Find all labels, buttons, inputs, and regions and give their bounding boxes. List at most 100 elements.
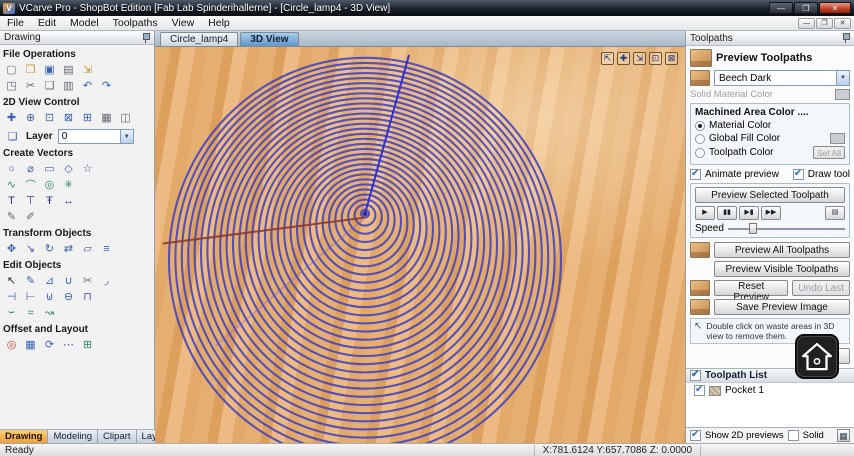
draw-text-icon[interactable]: T xyxy=(3,193,20,208)
material-select[interactable]: Beech Dark ▼ xyxy=(714,70,850,86)
undo-icon[interactable]: ↶ xyxy=(79,78,96,93)
material-color-radio[interactable] xyxy=(695,120,705,131)
join-vectors-icon[interactable]: ∪ xyxy=(60,273,77,288)
mirror-icon[interactable]: ⇄ xyxy=(60,241,77,256)
snap-points-icon[interactable]: ✐ xyxy=(22,209,39,224)
transport-options-button[interactable]: ▤ xyxy=(825,206,845,220)
draw-spiral-icon[interactable]: ◎ xyxy=(41,177,58,192)
close-button[interactable]: ✕ xyxy=(819,2,851,14)
iso-view-icon[interactable]: ⇱ xyxy=(601,52,614,65)
tab-modeling[interactable]: Modeling xyxy=(48,430,99,443)
snap-toggle-icon[interactable]: ◫ xyxy=(117,110,134,125)
draw-rectangle-icon[interactable]: ▭ xyxy=(41,161,58,176)
chevron-down-icon[interactable]: ▼ xyxy=(119,130,133,143)
menu-toolpaths[interactable]: Toolpaths xyxy=(106,17,165,29)
paste-icon[interactable]: ▥ xyxy=(60,78,77,93)
draw-ellipse-icon[interactable]: ⌀ xyxy=(22,161,39,176)
tab-circle-lamp4[interactable]: Circle_lamp4 xyxy=(160,32,239,46)
draw-circle-icon[interactable]: ○ xyxy=(3,161,20,176)
menu-help[interactable]: Help xyxy=(201,17,237,29)
rotate-icon[interactable]: ↻ xyxy=(41,241,58,256)
side-view-icon[interactable]: ⇲ xyxy=(633,52,646,65)
open-file-icon[interactable]: ❒ xyxy=(22,62,39,77)
draw-polygon-icon[interactable]: ◇ xyxy=(60,161,77,176)
fillet-icon[interactable]: ◞ xyxy=(98,273,115,288)
dimension-icon[interactable]: ↔ xyxy=(60,193,77,208)
child-minimize-button[interactable]: — xyxy=(798,17,815,29)
cut-icon[interactable]: ✂ xyxy=(22,78,39,93)
subtract-icon[interactable]: ⊖ xyxy=(60,289,77,304)
select-all-icon[interactable]: ◳ xyxy=(3,78,20,93)
menu-file[interactable]: File xyxy=(0,17,31,29)
toolpaths-pin-icon[interactable] xyxy=(842,33,850,43)
global-fill-color-radio[interactable] xyxy=(695,133,705,144)
draw-tool-checkbox[interactable] xyxy=(792,168,804,180)
nesting-icon[interactable]: ⊞ xyxy=(79,337,96,352)
preview-all-toolpaths-button[interactable]: Preview All Toolpaths xyxy=(714,242,850,258)
arc-fit-icon[interactable]: ↝ xyxy=(41,305,58,320)
reset-preview-button[interactable]: Reset Preview xyxy=(714,280,789,303)
print-icon[interactable]: ▤ xyxy=(60,62,77,77)
pan-icon[interactable]: ✚ xyxy=(3,110,20,125)
distort-icon[interactable]: ▱ xyxy=(79,241,96,256)
move-selection-icon[interactable]: ✥ xyxy=(3,241,20,256)
pocket1-checkbox[interactable] xyxy=(694,384,705,397)
copy-icon[interactable]: ❏ xyxy=(41,78,58,93)
trim-icon[interactable]: ⊣ xyxy=(3,289,20,304)
speed-slider[interactable] xyxy=(727,223,846,234)
fit-view-icon[interactable]: ⊠ xyxy=(665,52,678,65)
menu-model[interactable]: Model xyxy=(63,17,106,29)
toolpath-list-item[interactable]: Pocket 1 xyxy=(686,383,854,399)
show-2d-previews-checkbox[interactable] xyxy=(690,429,701,441)
fit-curve-icon[interactable]: ⌣ xyxy=(3,305,20,320)
draw-curve-icon[interactable]: ⌒ xyxy=(22,177,39,192)
new-file-icon[interactable]: ▢ xyxy=(3,62,20,77)
undo-last-button[interactable]: Undo Last xyxy=(792,280,850,296)
copy-along-vector-icon[interactable]: ⋯ xyxy=(60,337,77,352)
pause-button[interactable]: ▮▮ xyxy=(717,206,737,220)
text-box-icon[interactable]: ⊤ xyxy=(22,193,39,208)
menu-view[interactable]: View xyxy=(165,17,202,29)
extend-icon[interactable]: ⊢ xyxy=(22,289,39,304)
child-restore-button[interactable]: ❐ xyxy=(816,17,833,29)
run-to-end-button[interactable]: ▶▶ xyxy=(761,206,781,220)
global-fill-color-swatch[interactable] xyxy=(830,133,845,144)
zoom-window-icon[interactable]: ⊡ xyxy=(41,110,58,125)
maximize-button[interactable]: ❐ xyxy=(794,2,818,14)
cut-vectors-icon[interactable]: ✂ xyxy=(79,273,96,288)
grid-toggle-icon[interactable]: ▦ xyxy=(98,110,115,125)
smooth-icon[interactable]: ≈ xyxy=(22,305,39,320)
solid-checkbox[interactable] xyxy=(787,430,799,441)
animate-preview-checkbox[interactable] xyxy=(690,168,701,180)
save-file-icon[interactable]: ▣ xyxy=(41,62,58,77)
tab-clipart[interactable]: Clipart xyxy=(98,430,137,443)
chevron-down-icon[interactable]: ▼ xyxy=(836,71,849,85)
set-all-button[interactable]: Set All xyxy=(812,146,845,159)
zoom-interactive-icon[interactable]: ⊕ xyxy=(22,110,39,125)
zoom-extents-icon[interactable]: ⊠ xyxy=(60,110,77,125)
tab-drawing[interactable]: Drawing xyxy=(0,430,49,443)
list-options-button[interactable]: ▦ xyxy=(837,429,850,442)
play-button[interactable]: ▶ xyxy=(695,206,715,220)
weld-icon[interactable]: ⊍ xyxy=(41,289,58,304)
measure-icon[interactable]: ⊿ xyxy=(41,273,58,288)
node-editing-icon[interactable]: ✎ xyxy=(3,209,20,224)
tab-3d-view[interactable]: 3D View xyxy=(240,32,299,46)
pin-icon[interactable] xyxy=(142,32,150,43)
redo-icon[interactable]: ↷ xyxy=(98,78,115,93)
front-view-icon[interactable]: ✚ xyxy=(617,52,630,65)
top-view-icon[interactable]: ⊡ xyxy=(649,52,662,65)
toolpath-list-area[interactable] xyxy=(686,398,854,427)
set-size-icon[interactable]: ↘ xyxy=(22,241,39,256)
minimize-button[interactable]: — xyxy=(769,2,793,14)
import-vectors-icon[interactable]: ⇲ xyxy=(79,62,96,77)
rotate-copy-icon[interactable]: ⟳ xyxy=(41,337,58,352)
zoom-selected-icon[interactable]: ⊞ xyxy=(79,110,96,125)
layers-icon[interactable]: ❏ xyxy=(4,129,21,144)
child-close-button[interactable]: ✕ xyxy=(834,17,851,29)
array-copy-icon[interactable]: ▦ xyxy=(22,337,39,352)
text-on-curve-icon[interactable]: Ŧ xyxy=(41,193,58,208)
offset-vectors-icon[interactable]: ◎ xyxy=(3,337,20,352)
speed-slider-thumb[interactable] xyxy=(748,223,757,234)
draw-star-icon[interactable]: ☆ xyxy=(79,161,96,176)
